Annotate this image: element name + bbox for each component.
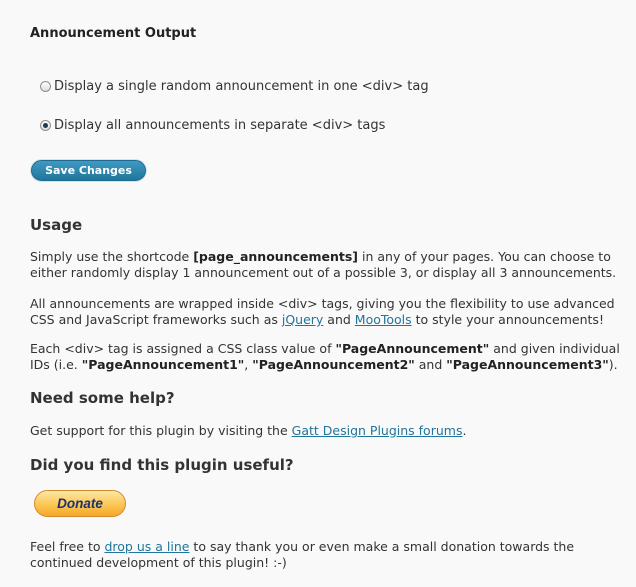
usage-p3-text-a: Each <div> tag is assigned a CSS class v…	[30, 341, 336, 356]
radio-all-announcements[interactable]	[40, 120, 51, 131]
option-all-announcements[interactable]: Display all announcements in separate <d…	[40, 118, 385, 133]
forums-link[interactable]: Gatt Design Plugins forums	[292, 423, 463, 438]
help-text-a: Get support for this plugin by visiting …	[30, 423, 292, 438]
help-paragraph: Get support for this plugin by visiting …	[30, 423, 620, 439]
radio-single-random[interactable]	[40, 81, 51, 92]
usage-paragraph-3: Each <div> tag is assigned a CSS class v…	[30, 341, 620, 373]
usage-paragraph-2: All announcements are wrapped inside <di…	[30, 296, 620, 328]
usage-paragraph-1: Simply use the shortcode [page_announcem…	[30, 249, 620, 281]
useful-heading: Did you find this plugin useful?	[30, 456, 294, 474]
id3-text: "PageAnnouncement3"	[446, 357, 609, 372]
drop-a-line-link[interactable]: drop us a line	[104, 539, 189, 554]
donate-button[interactable]: Donate	[34, 490, 126, 517]
id2-text: "PageAnnouncement2"	[252, 357, 415, 372]
usage-p2-and: and	[323, 312, 355, 327]
help-heading: Need some help?	[30, 389, 175, 407]
save-changes-button[interactable]: Save Changes	[31, 160, 146, 181]
class-name-text: "PageAnnouncement"	[335, 341, 490, 356]
shortcode-text: [page_announcements]	[193, 249, 359, 264]
announcement-output-title: Announcement Output	[30, 26, 197, 41]
usage-heading: Usage	[30, 216, 83, 234]
mootools-link[interactable]: MooTools	[355, 312, 412, 327]
option-single-label: Display a single random announcement in …	[54, 79, 429, 94]
usage-p2-text-b: to style your announcements!	[411, 312, 604, 327]
help-text-b: .	[462, 423, 467, 438]
usage-p3-and: and	[414, 357, 447, 372]
useful-paragraph: Feel free to drop us a line to say thank…	[30, 539, 620, 571]
option-all-label: Display all announcements in separate <d…	[54, 118, 386, 133]
jquery-link[interactable]: jQuery	[282, 312, 323, 327]
usage-p3-end: ).	[608, 357, 618, 372]
id1-text: "PageAnnouncement1"	[81, 357, 245, 372]
useful-text-a: Feel free to	[30, 539, 105, 554]
usage-p1-text-a: Simply use the shortcode	[30, 249, 194, 264]
option-single-random[interactable]: Display a single random announcement in …	[40, 79, 429, 94]
